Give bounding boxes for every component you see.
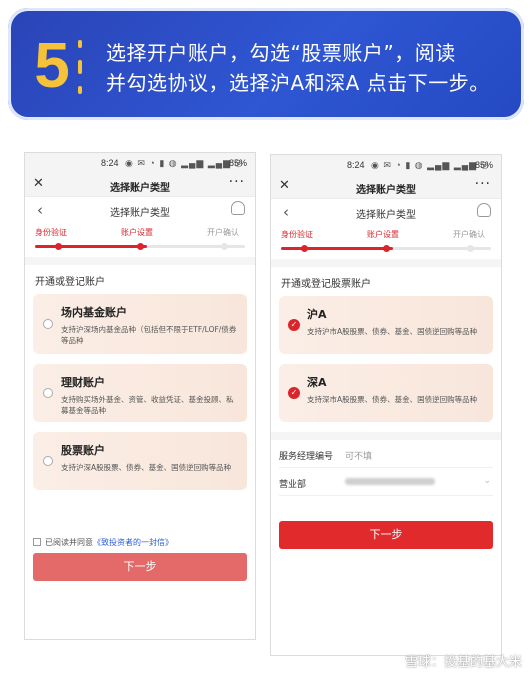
status-time: 8:24 [347, 160, 365, 170]
customer-service-icon[interactable] [231, 201, 245, 215]
option-description: 支持沪深A股股票、债券、基金、国债逆回购等品种 [61, 463, 232, 472]
instruction-banner: 5 选择开户账户，勾选“股票账户”，阅读 并勾选协议，选择沪A和深A 点击下一步… [8, 8, 524, 120]
step-number: 5 [34, 29, 70, 101]
page-title: 选择账户类型 [356, 210, 416, 221]
step-identity: 身份验证 [281, 230, 313, 239]
section-divider [271, 432, 501, 440]
radio-unchecked[interactable] [43, 388, 53, 398]
next-button[interactable]: 下一步 [33, 553, 247, 581]
step-dot-1 [301, 245, 308, 252]
instruction-line-2: 并勾选协议，选择沪A和深A 点击下一步。 [106, 71, 490, 95]
step-account-settings: 账户设置 [121, 228, 153, 237]
battery-level: 85% [228, 158, 247, 168]
step-dot-2 [383, 245, 390, 252]
manager-id-field[interactable]: 服务经理编号 可不填 [279, 440, 493, 468]
branch-label: 营业部 [279, 480, 307, 490]
nav-bar: ‹ 选择账户类型 [271, 199, 501, 225]
step-track-progress [281, 247, 393, 250]
next-button[interactable]: 下一步 [279, 521, 493, 549]
stock-account-option-sh-a[interactable]: ✓ 沪A 支持沪市A股股票、债券、基金、国债逆回购等品种 [279, 296, 493, 354]
step-track-progress [35, 245, 147, 248]
app-bar: ✕ 选择账户类型 ··· [271, 175, 501, 199]
option-name: 深A [307, 376, 327, 389]
checked-icon[interactable]: ✓ [288, 319, 300, 331]
option-name: 理财账户 [61, 376, 105, 389]
branch-field[interactable]: 营业部 ⌄ [279, 468, 493, 496]
app-bar: ✕ 选择账户类型 ··· [25, 173, 255, 197]
account-option-wealth[interactable]: 理财账户 支持购买场外基金、资管、收益凭证、基金投顾、私募基金等品种 [33, 364, 247, 422]
page-title: 选择账户类型 [110, 208, 170, 219]
option-description: 支持沪深场内基金品种（包括但不限于ETF/LOF/债券等品种 [61, 325, 237, 345]
branch-value-redacted [345, 478, 435, 485]
phone-screen-left: 8:24 ◉ ✉ ◔ ▮ ◍ ▂▄▆ ▂▄▆ ◎ 85% ✕ 选择账户类型 ··… [24, 152, 256, 640]
section-title: 开通或登记账户 [35, 277, 105, 288]
step-confirm: 开户确认 [207, 228, 239, 237]
nav-bar: ‹ 选择账户类型 [25, 197, 255, 223]
step-dot-2 [137, 243, 144, 250]
watermark: 雪球：投基的基大米 [404, 655, 522, 670]
instruction-text: 选择开户账户，勾选“股票账户”，阅读 并勾选协议，选择沪A和深A 点击下一步。 [106, 38, 516, 98]
step-identity: 身份验证 [35, 228, 67, 237]
step-dot-3 [467, 245, 474, 252]
chevron-down-icon[interactable]: ⌄ [483, 476, 491, 486]
phone-screen-right: 8:24 ◉ ✉ ◔ ▮ ◍ ▂▄▆ ▂▄▆ ◎ 85% ✕ 选择账户类型 ··… [270, 154, 502, 656]
status-bar: 8:24 ◉ ✉ ◔ ▮ ◍ ▂▄▆ ▂▄▆ ◎ 85% [271, 155, 501, 175]
option-name: 沪A [307, 308, 327, 321]
manager-id-placeholder[interactable]: 可不填 [345, 449, 372, 462]
stock-account-option-sz-a[interactable]: ✓ 深A 支持深市A股股票、债券、基金、国债逆回购等品种 [279, 364, 493, 422]
status-bar: 8:24 ◉ ✉ ◔ ▮ ◍ ▂▄▆ ▂▄▆ ◎ 85% [25, 153, 255, 173]
step-dot-3 [221, 243, 228, 250]
account-option-stock[interactable]: 股票账户 支持沪深A股股票、债券、基金、国债逆回购等品种 [33, 432, 247, 490]
progress-steps: 身份验证 账户设置 开户确认 [25, 223, 255, 257]
status-time: 8:24 [101, 158, 119, 168]
step-dot-1 [55, 243, 62, 250]
agreement-text: 已阅读并同意 [45, 538, 93, 547]
option-name: 股票账户 [61, 444, 105, 457]
manager-id-label: 服务经理编号 [279, 452, 334, 462]
option-description: 支持沪市A股股票、债券、基金、国债逆回购等品种 [307, 327, 478, 336]
agreement-link[interactable]: 《致投资者的一封信》 [93, 538, 173, 547]
progress-steps: 身份验证 账户设置 开户确认 [271, 225, 501, 259]
instruction-line-1: 选择开户账户，勾选“股票账户”，阅读 [106, 41, 456, 65]
status-icons: ◉ ✉ ◔ ▮ ◍ ▂▄▆ ▂▄▆ ◎ [371, 160, 490, 170]
option-name: 场内基金账户 [61, 306, 127, 319]
section-divider [271, 259, 501, 267]
status-icons: ◉ ✉ ◔ ▮ ◍ ▂▄▆ ▂▄▆ ◎ [125, 158, 244, 168]
option-description: 支持深市A股股票、债券、基金、国债逆回购等品种 [307, 395, 478, 404]
agreement-checkbox[interactable] [33, 538, 41, 546]
more-icon[interactable]: ··· [475, 176, 491, 192]
agreement-row[interactable]: 已阅读并同意《致投资者的一封信》 [33, 537, 173, 548]
banner-divider-dots [76, 38, 84, 96]
account-option-exchange-fund[interactable]: 场内基金账户 支持沪深场内基金品种（包括但不限于ETF/LOF/债券等品种 [33, 294, 247, 354]
app-bar-title: 选择账户类型 [356, 185, 416, 196]
battery-level: 85% [474, 160, 493, 170]
customer-service-icon[interactable] [477, 203, 491, 217]
step-confirm: 开户确认 [453, 230, 485, 239]
checked-icon[interactable]: ✓ [288, 387, 300, 399]
option-description: 支持购买场外基金、资管、收益凭证、基金投顾、私募基金等品种 [61, 395, 234, 415]
more-icon[interactable]: ··· [229, 174, 245, 190]
section-title: 开通或登记股票账户 [281, 279, 371, 290]
radio-unchecked[interactable] [43, 319, 53, 329]
app-bar-title: 选择账户类型 [110, 183, 170, 194]
section-divider [25, 257, 255, 265]
radio-unchecked[interactable] [43, 456, 53, 466]
step-account-settings: 账户设置 [367, 230, 399, 239]
